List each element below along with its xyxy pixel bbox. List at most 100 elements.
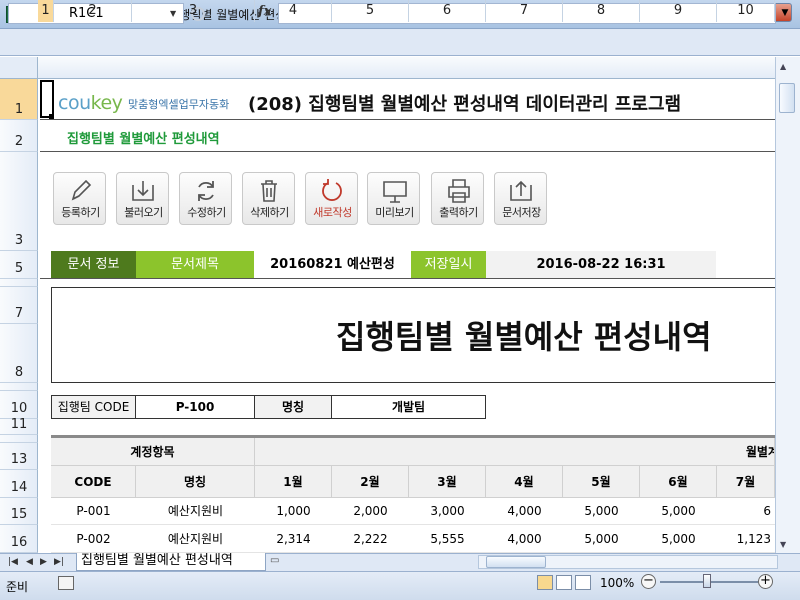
- zoom-level[interactable]: 100%: [600, 576, 634, 590]
- refresh-icon: [198, 181, 214, 201]
- row-header[interactable]: 13: [0, 443, 38, 470]
- doc-title-value[interactable]: 20160821 예산편성: [254, 251, 411, 278]
- row-header[interactable]: 16: [0, 525, 38, 553]
- row-header[interactable]: 1: [0, 79, 38, 120]
- table-cell-value[interactable]: 6: [717, 498, 775, 525]
- upload-folder-icon: [510, 180, 532, 201]
- vertical-scroll-thumb[interactable]: [779, 83, 795, 113]
- column-header[interactable]: 6: [409, 0, 486, 22]
- group-header-monthly: 월별계획: [255, 438, 775, 466]
- delete-button[interactable]: 삭제하기: [242, 172, 295, 225]
- row-header[interactable]: 3: [0, 152, 38, 251]
- page-layout-view-button[interactable]: [556, 575, 572, 590]
- row-number: 10: [10, 401, 28, 416]
- row-header[interactable]: 5: [0, 251, 38, 279]
- status-ready: 준비: [6, 580, 29, 594]
- column-header[interactable]: 5: [332, 0, 409, 22]
- row-header[interactable]: [0, 279, 38, 287]
- zoom-in-button[interactable]: +: [758, 574, 773, 589]
- program-title: (208) 집행팀별 월별예산 편성내역 데이터관리 프로그램: [248, 94, 682, 115]
- register-button[interactable]: 등록하기: [53, 172, 106, 225]
- table-cell-code[interactable]: P-001: [51, 498, 136, 525]
- save-document-button[interactable]: 문서저장: [494, 172, 547, 225]
- select-all-corner[interactable]: [0, 57, 38, 79]
- column-header[interactable]: 2: [54, 0, 132, 22]
- group-header-account: 계정항목: [51, 438, 255, 466]
- table-cell-value[interactable]: 1,000: [255, 498, 332, 525]
- table-cell-value[interactable]: 5,000: [563, 525, 640, 553]
- row-header[interactable]: 15: [0, 498, 38, 525]
- table-cell-value[interactable]: 5,555: [409, 525, 486, 553]
- table-cell-value[interactable]: 2,314: [255, 525, 332, 553]
- column-header[interactable]: 1: [38, 0, 54, 22]
- formula-expand-icon[interactable]: ▼: [778, 3, 792, 24]
- table-cell-value[interactable]: 2,222: [332, 525, 409, 553]
- first-sheet-icon[interactable]: |◀: [8, 557, 18, 567]
- column-header-bar: [0, 57, 800, 79]
- sheet-tab-active[interactable]: 집행팀별 월별예산 편성내역: [76, 553, 266, 571]
- team-name-value[interactable]: 개발팀: [331, 395, 486, 419]
- table-cell-code[interactable]: P-002: [51, 525, 136, 553]
- table-cell-value[interactable]: 3,000: [409, 498, 486, 525]
- download-tray-icon: [132, 181, 154, 201]
- status-bar: [0, 571, 800, 600]
- table-cell-name[interactable]: 예산지원비: [136, 498, 255, 525]
- column-header[interactable]: 7: [486, 0, 563, 22]
- print-label: 출력하기: [439, 206, 478, 219]
- row-header[interactable]: [0, 383, 38, 391]
- zoom-out-button[interactable]: −: [641, 574, 656, 589]
- horizontal-scroll-thumb[interactable]: [486, 556, 546, 568]
- table-cell-value[interactable]: 4,000: [486, 525, 563, 553]
- preview-button[interactable]: 미리보기: [367, 172, 420, 225]
- row-number: 7: [14, 306, 24, 321]
- row-header[interactable]: [0, 435, 38, 443]
- scroll-up-icon[interactable]: ▲: [780, 62, 786, 71]
- row-number: 14: [10, 480, 28, 495]
- active-cell-cursor[interactable]: [40, 80, 54, 118]
- column-header[interactable]: 10: [717, 0, 775, 22]
- table-cell-value[interactable]: 5,000: [640, 498, 717, 525]
- row-header[interactable]: 2: [0, 120, 38, 152]
- zoom-slider-thumb[interactable]: [703, 574, 711, 588]
- macro-record-icon[interactable]: [58, 576, 74, 590]
- row-number: 11: [10, 417, 28, 432]
- row-number: 5: [14, 261, 24, 276]
- column-header[interactable]: 4: [255, 0, 332, 22]
- last-sheet-icon[interactable]: ▶|: [54, 557, 64, 567]
- normal-view-button[interactable]: [537, 575, 553, 590]
- team-code-value[interactable]: P-100: [135, 395, 255, 419]
- column-header[interactable]: 9: [640, 0, 717, 22]
- table-cell-value[interactable]: 1,123: [717, 525, 775, 553]
- row-header[interactable]: 7: [0, 287, 38, 324]
- row-header[interactable]: 14: [0, 470, 38, 498]
- table-cell-value[interactable]: 4,000: [486, 498, 563, 525]
- table-cell-value[interactable]: 5,000: [640, 525, 717, 553]
- prev-sheet-icon[interactable]: ◀: [26, 557, 33, 567]
- next-sheet-icon[interactable]: ▶: [40, 557, 47, 567]
- row-header[interactable]: 10: [0, 391, 38, 419]
- print-button[interactable]: 출력하기: [431, 172, 484, 225]
- table-cell-value[interactable]: 2,000: [332, 498, 409, 525]
- row-header[interactable]: 11: [0, 417, 38, 435]
- col-header-code: CODE: [51, 466, 136, 498]
- row-number: 15: [10, 507, 28, 522]
- pencil-icon: [71, 179, 92, 201]
- row-number: 2: [14, 134, 24, 149]
- new-document-button[interactable]: 새로작성: [305, 172, 358, 225]
- edit-button[interactable]: 수정하기: [179, 172, 232, 225]
- column-header[interactable]: 3: [132, 0, 255, 22]
- preview-label: 미리보기: [375, 206, 414, 219]
- row-number: 13: [10, 452, 28, 467]
- row-header[interactable]: 8: [0, 324, 38, 383]
- table-cell-name[interactable]: 예산지원비: [136, 525, 255, 553]
- table-cell-value[interactable]: 5,000: [563, 498, 640, 525]
- coukey-logo: coukey: [58, 92, 123, 114]
- vertical-scrollbar[interactable]: [775, 57, 800, 553]
- printer-icon: [448, 179, 470, 203]
- load-button[interactable]: 불러오기: [116, 172, 169, 225]
- scroll-down-icon[interactable]: ▼: [780, 540, 786, 549]
- column-header[interactable]: 8: [563, 0, 640, 22]
- saved-at-value[interactable]: 2016-08-22 16:31: [486, 251, 716, 278]
- page-break-view-button[interactable]: [575, 575, 591, 590]
- insert-sheet-icon[interactable]: ▭: [270, 555, 292, 569]
